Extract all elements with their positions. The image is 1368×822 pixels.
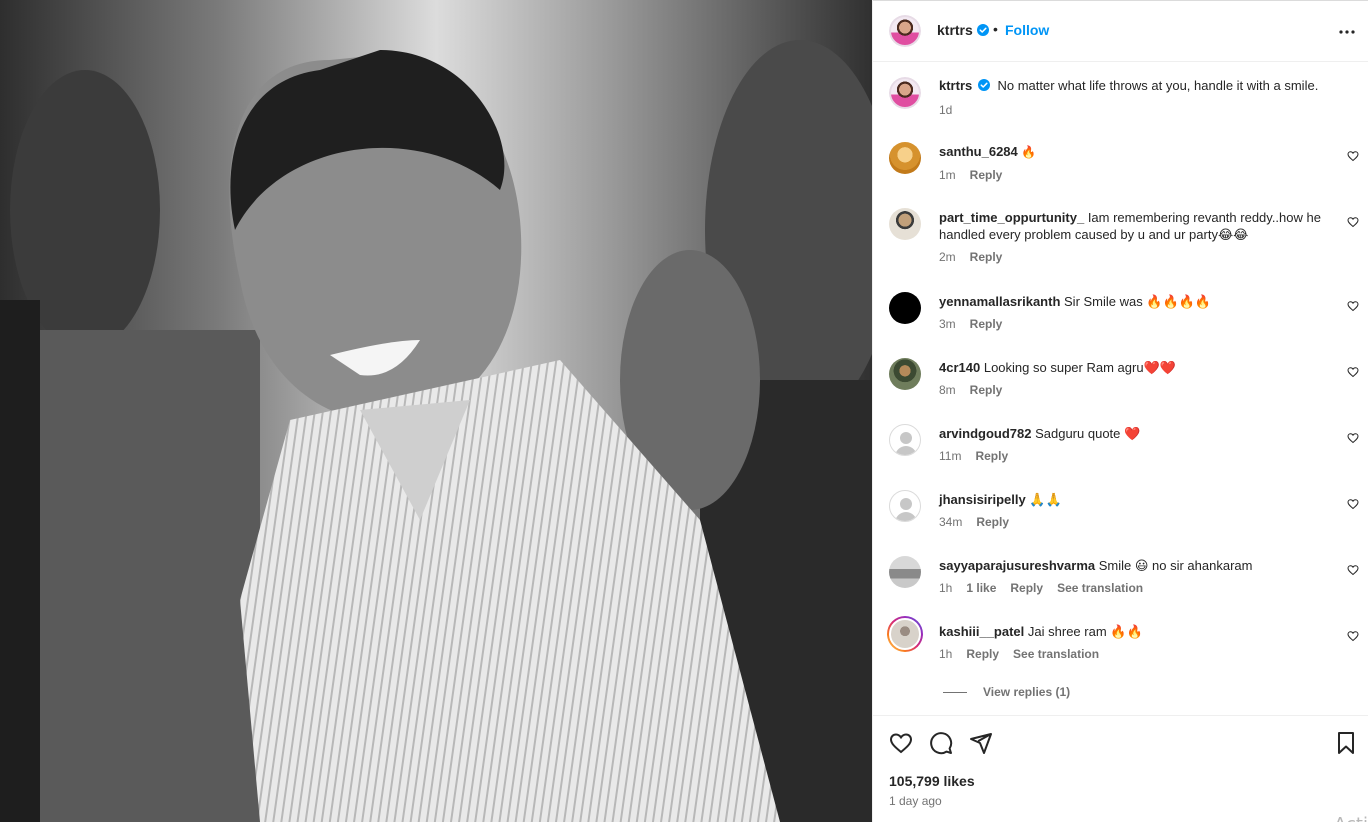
posted-time[interactable]: 1 day ago [889,794,942,808]
comment-meta: 1h Reply See translation [939,646,1339,663]
comment-time[interactable]: 2m [939,249,956,266]
commenter-avatar[interactable] [889,292,921,324]
comment-username[interactable]: santhu_6284 [939,144,1018,159]
post-photo-art [0,0,872,822]
separator-dot: • [993,21,998,37]
comment-text: Looking so super Ram agru❤️❤️ [983,360,1176,375]
comment-meta: 34m Reply [939,514,1339,531]
see-translation-button[interactable]: See translation [1057,580,1143,597]
share-icon[interactable] [969,731,993,755]
comment-like-icon[interactable] [1347,630,1359,642]
reply-button[interactable]: Reply [970,167,1003,184]
view-replies-line [943,692,967,693]
reply-button[interactable]: Reply [970,249,1003,266]
comment-username[interactable]: jhansisiripelly [939,492,1026,507]
reply-button[interactable]: Reply [975,448,1008,465]
comment-like-icon[interactable] [1347,432,1359,444]
caption-text: No matter what life throws at you, handl… [997,78,1319,93]
comment-time[interactable]: 11m [939,448,961,465]
post-side-panel: ktrtrs • Follow ktrtrs No matter what li… [872,0,1368,822]
commenter-avatar[interactable] [889,142,921,174]
comment-text: Sir Smile was 🔥🔥🔥🔥 [1064,294,1212,309]
comment-like-icon[interactable] [1347,498,1359,510]
commenter-avatar[interactable] [889,208,921,240]
comment-body: part_time_oppurtunity_ Iam remembering r… [939,209,1339,266]
comment-like-icon[interactable] [1347,366,1359,378]
comment-username[interactable]: 4cr140 [939,360,980,375]
comment-time[interactable]: 1m [939,167,956,184]
owner-avatar[interactable] [889,15,921,47]
verified-badge-icon [977,79,990,91]
comment-body: arvindgoud782 Sadguru quote ❤️ 11m Reply [939,425,1339,465]
caption-meta: 1d [939,101,1359,119]
commenter-avatar[interactable] [889,424,921,456]
reply-button[interactable]: Reply [970,316,1003,333]
comment-body: 4cr140 Looking so super Ram agru❤️❤️ 8m … [939,359,1339,399]
comment-meta: 1h 1 like Reply See translation [939,580,1339,597]
comment-body: kashiii__patel Jai shree ram 🔥🔥 1h Reply… [939,623,1339,663]
owner-avatar-caption[interactable] [889,77,921,109]
view-replies-button[interactable]: View replies (1) [943,685,1070,699]
comment-like-icon[interactable] [1347,216,1359,228]
comment-time[interactable]: 34m [939,514,962,531]
more-options-icon[interactable] [1335,20,1359,44]
comment-body: yennamallasrikanth Sir Smile was 🔥🔥🔥🔥 3m… [939,293,1339,333]
see-translation-button[interactable]: See translation [1013,646,1099,663]
reply-button[interactable]: Reply [970,382,1003,399]
comment-body: jhansisiripelly 🙏🙏 34m Reply [939,491,1339,531]
comment-time[interactable]: 1h [939,580,952,597]
comment-meta: 11m Reply [939,448,1339,465]
comment-time[interactable]: 3m [939,316,956,333]
comment-text: Smile 😃 no sir ahankaram [1098,558,1253,573]
comment-username[interactable]: kashiii__patel [939,624,1024,639]
comment-username[interactable]: sayyaparajusureshvarma [939,558,1095,573]
owner-username[interactable]: ktrtrs [937,22,973,38]
post-actions: 105,799 likes 1 day ago Acti [873,715,1368,822]
reply-button[interactable]: Reply [1010,580,1043,597]
follow-button[interactable]: Follow [1005,22,1049,38]
view-replies-label: View replies (1) [983,685,1071,699]
commenter-avatar-story-ring[interactable] [887,616,923,652]
reply-button[interactable]: Reply [966,646,999,663]
comment-username[interactable]: part_time_oppurtunity_ [939,210,1084,225]
caption-username[interactable]: ktrtrs [939,78,972,93]
post-photo[interactable] [0,0,872,822]
comment-username[interactable]: yennamallasrikanth [939,294,1060,309]
comment-like-icon[interactable] [1347,564,1359,576]
comment-text: Sadguru quote ❤️ [1035,426,1141,441]
comment-text: 🙏🙏 [1029,492,1062,507]
comment-body: santhu_6284 🔥 1m Reply [939,143,1339,184]
comments-list[interactable]: ktrtrs No matter what life throws at you… [873,63,1368,715]
comment-meta: 3m Reply [939,316,1339,333]
caption-time[interactable]: 1d [939,101,952,119]
commenter-avatar[interactable] [889,490,921,522]
comment-time[interactable]: 1h [939,646,952,663]
reply-button[interactable]: Reply [976,514,1009,531]
comment-username[interactable]: arvindgoud782 [939,426,1031,441]
comment-meta: 2m Reply [939,249,1339,266]
comment-like-count[interactable]: 1 like [966,580,996,597]
activate-windows-watermark: Acti [1334,814,1368,822]
comment-body: sayyaparajusureshvarma Smile 😃 no sir ah… [939,557,1339,597]
comment-text: Jai shree ram 🔥🔥 [1027,624,1143,639]
comment-like-icon[interactable] [1347,300,1359,312]
comment-meta: 1m Reply [939,167,1339,184]
commenter-avatar[interactable] [889,358,921,390]
verified-badge-icon [977,24,989,36]
bookmark-icon[interactable] [1334,731,1358,755]
post-header: ktrtrs • Follow [873,0,1368,62]
commenter-avatar[interactable] [889,556,921,588]
comment-like-icon[interactable] [1347,150,1359,162]
comment-time[interactable]: 8m [939,382,956,399]
heart-icon[interactable] [889,731,913,755]
comment-text: 🔥 [1021,145,1037,159]
comment-meta: 8m Reply [939,382,1339,399]
caption-text-block: ktrtrs No matter what life throws at you… [939,77,1359,119]
likes-count[interactable]: 105,799 likes [889,773,975,789]
comment-icon[interactable] [929,731,953,755]
